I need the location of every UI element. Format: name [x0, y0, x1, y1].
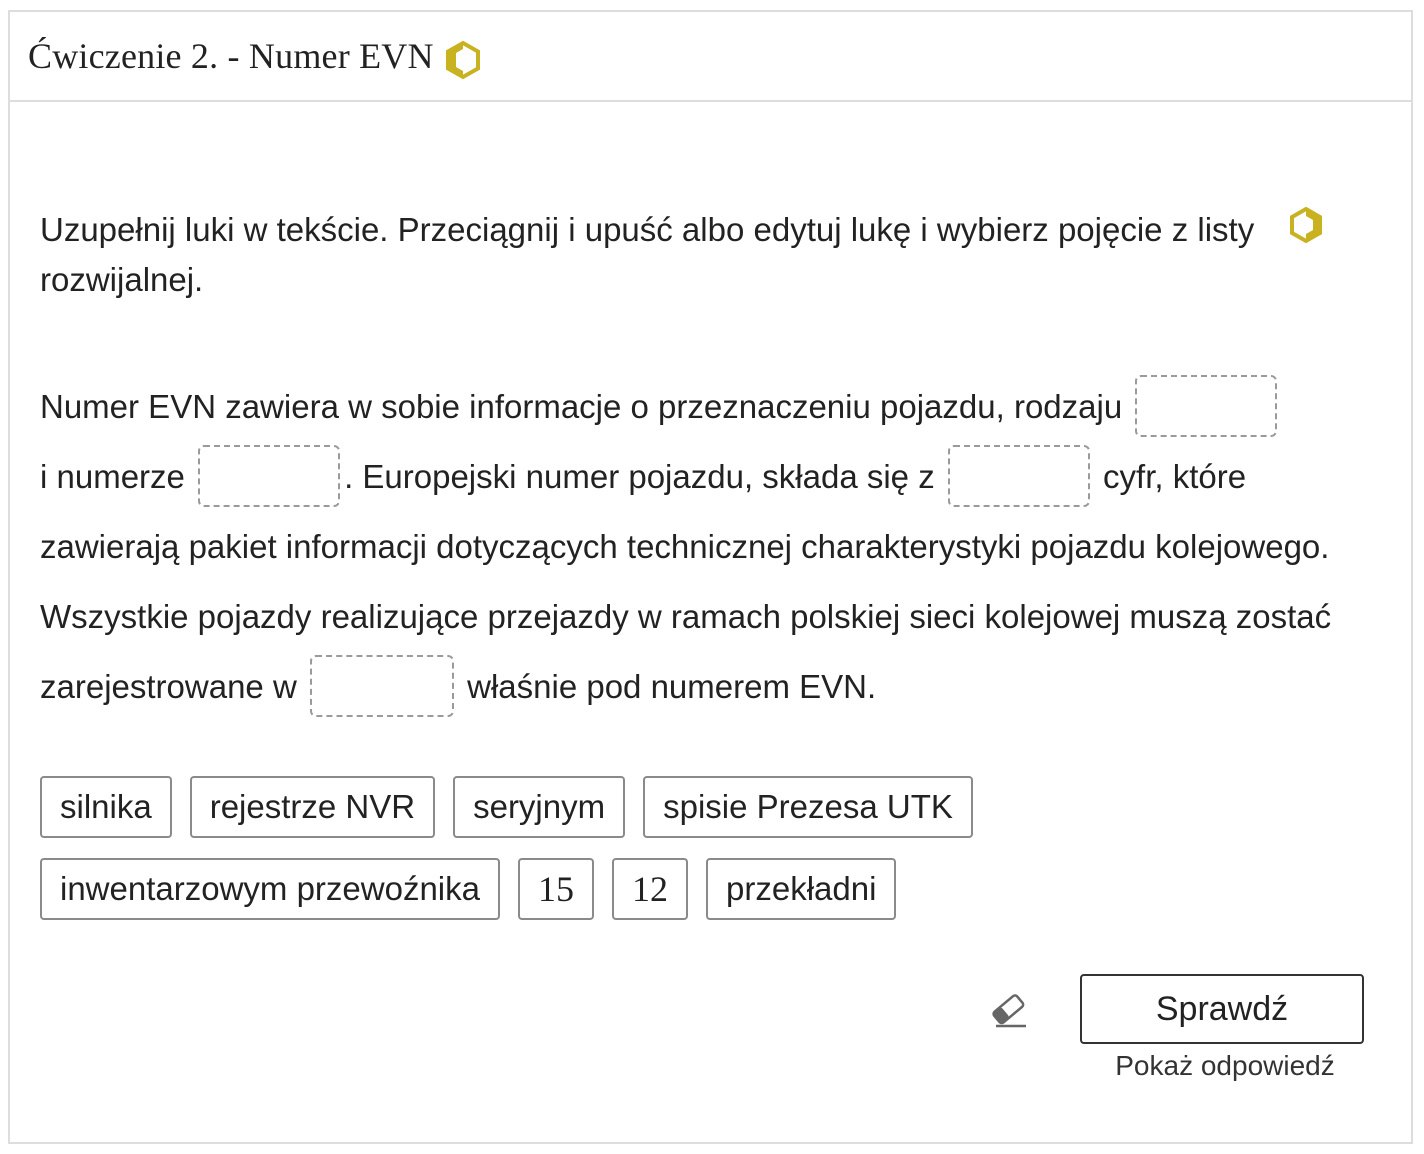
exercise-title: Ćwiczenie 2. - Numer EVN — [28, 36, 434, 76]
exercise-instruction: Uzupełnij luki w tekście. Przeciągnij i … — [40, 211, 1255, 298]
show-answer-link[interactable]: Pokaż odpowiedź — [1080, 1050, 1370, 1082]
options-row: inwentarzowym przewoźnika 15 12 przekład… — [40, 858, 1380, 920]
check-button[interactable]: Sprawdź — [1080, 974, 1364, 1044]
hexagon-half-icon — [444, 40, 482, 80]
option-tile[interactable]: inwentarzowym przewoźnika — [40, 858, 500, 920]
option-tile[interactable]: 12 — [612, 858, 688, 920]
gap-drop-zone-4[interactable] — [309, 655, 454, 718]
option-tile[interactable]: seryjnym — [453, 776, 626, 838]
option-tile[interactable]: silnika — [40, 776, 172, 838]
text-fragment: i numerze — [40, 458, 185, 495]
text-fragment: właśnie pod numerem EVN. — [467, 668, 877, 705]
gap-drop-zone-1[interactable] — [1135, 375, 1278, 438]
hexagon-half-icon — [1287, 206, 1325, 244]
exercise-header: Ćwiczenie 2. - Numer EVN — [10, 12, 1411, 102]
gap-drop-zone-3[interactable] — [947, 445, 1090, 508]
option-tile[interactable]: przekładni — [706, 858, 897, 920]
options-row: silnika rejestrze NVR seryjnym spisie Pr… — [40, 776, 1380, 838]
text-fragment: Numer EVN zawiera w sobie informacje o p… — [40, 388, 1123, 425]
option-tile[interactable]: rejestrze NVR — [189, 776, 436, 838]
gap-drop-zone-2[interactable] — [198, 445, 341, 508]
eraser-icon[interactable] — [988, 990, 1030, 1030]
gap-fill-text: Numer EVN zawiera w sobie informacje o p… — [40, 372, 1370, 722]
text-fragment: . Europejski numer pojazdu, składa się z — [344, 458, 935, 495]
option-tile[interactable]: spisie Prezesa UTK — [643, 776, 973, 838]
option-tile[interactable]: 15 — [518, 858, 594, 920]
answer-options: silnika rejestrze NVR seryjnym spisie Pr… — [40, 776, 1380, 940]
